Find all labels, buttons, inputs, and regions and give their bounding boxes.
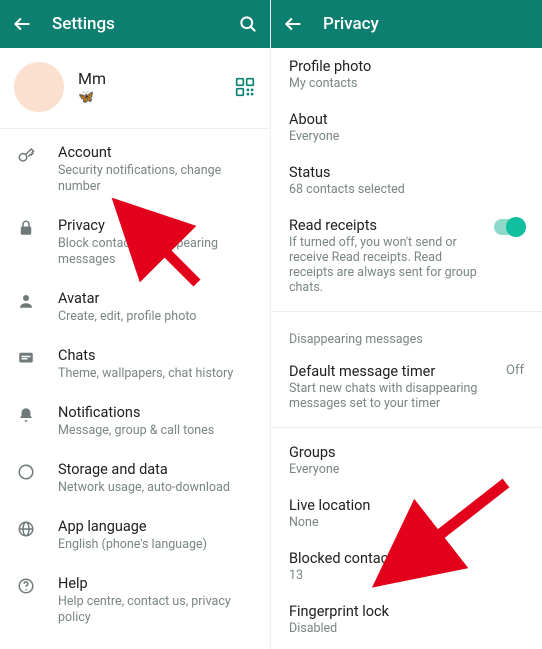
privacy-item-blocked-contacts[interactable]: Blocked contacts 13 <box>271 540 542 593</box>
data-icon <box>14 461 38 496</box>
settings-item-invite[interactable]: Invite a friend <box>0 637 270 649</box>
back-arrow-icon[interactable] <box>281 12 305 36</box>
privacy-panel: Privacy Profile photo My contacts About … <box>271 0 542 649</box>
section-disappearing: Disappearing messages <box>271 318 542 353</box>
avatar-icon <box>14 290 38 325</box>
settings-item-chats[interactable]: ChatsTheme, wallpapers, chat history <box>0 336 270 393</box>
privacy-topbar: Privacy <box>271 0 542 48</box>
privacy-item-profile-photo[interactable]: Profile photo My contacts <box>271 48 542 101</box>
key-icon <box>14 144 38 195</box>
read-receipts-toggle[interactable] <box>494 219 524 235</box>
privacy-item-status[interactable]: Status 68 contacts selected <box>271 154 542 207</box>
back-arrow-icon[interactable] <box>10 12 34 36</box>
privacy-item-read-receipts[interactable]: Read receipts If turned off, you won't s… <box>271 207 542 305</box>
privacy-item-fingerprint[interactable]: Fingerprint lock Disabled <box>271 593 542 646</box>
profile-name: Mm <box>78 69 234 88</box>
privacy-item-groups[interactable]: Groups Everyone <box>271 434 542 487</box>
avatar <box>14 62 64 112</box>
settings-title: Settings <box>52 14 236 34</box>
privacy-title: Privacy <box>323 14 532 34</box>
profile-row[interactable]: Mm 🦋 <box>0 48 270 128</box>
settings-item-storage[interactable]: Storage and dataNetwork usage, auto-down… <box>0 450 270 507</box>
default-timer-value: Off <box>506 363 524 378</box>
bell-icon <box>14 404 38 439</box>
settings-panel: Settings Mm 🦋 AccountSec <box>0 0 271 649</box>
settings-topbar: Settings <box>0 0 270 48</box>
help-icon <box>14 575 38 626</box>
lock-icon <box>14 217 38 268</box>
settings-item-notifications[interactable]: NotificationsMessage, group & call tones <box>0 393 270 450</box>
divider <box>0 128 270 129</box>
search-icon[interactable] <box>236 12 260 36</box>
qr-icon[interactable] <box>234 76 256 98</box>
globe-icon <box>14 518 38 553</box>
settings-item-help[interactable]: HelpHelp centre, contact us, privacy pol… <box>0 564 270 637</box>
chat-icon <box>14 347 38 382</box>
settings-item-privacy[interactable]: PrivacyBlock contacts, disappearing mess… <box>0 206 270 279</box>
settings-item-account[interactable]: AccountSecurity notifications, change nu… <box>0 133 270 206</box>
privacy-item-about[interactable]: About Everyone <box>271 101 542 154</box>
privacy-item-default-timer[interactable]: Default message timer Start new chats wi… <box>271 353 542 421</box>
settings-item-language[interactable]: App languageEnglish (phone's language) <box>0 507 270 564</box>
divider <box>271 311 542 312</box>
settings-item-avatar[interactable]: AvatarCreate, edit, profile photo <box>0 279 270 336</box>
divider <box>271 427 542 428</box>
profile-status-emoji: 🦋 <box>78 90 234 105</box>
privacy-item-live-location[interactable]: Live location None <box>271 487 542 540</box>
